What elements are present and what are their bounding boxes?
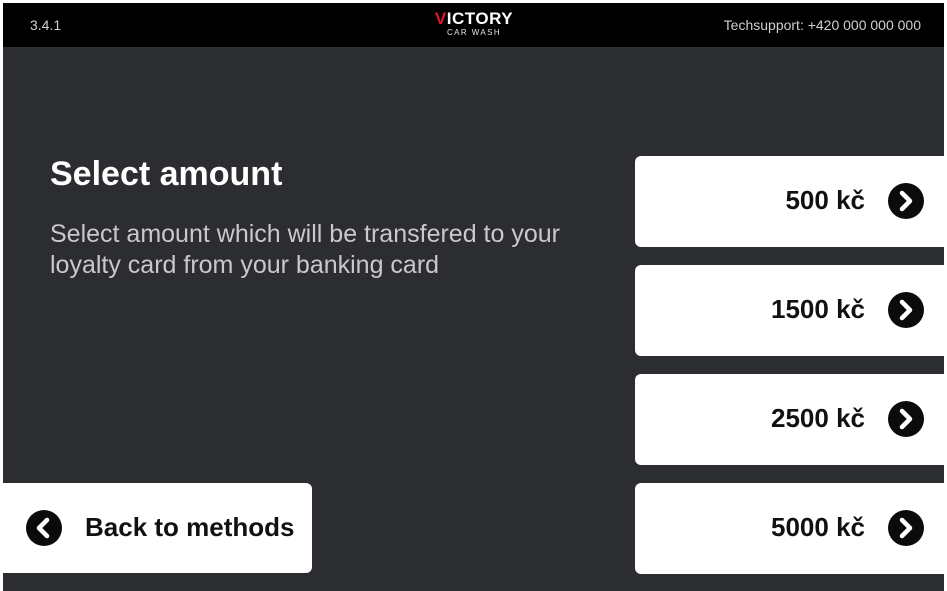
app-version: 3.4.1 (30, 17, 62, 33)
page-title: Select amount (50, 155, 283, 193)
amount-button-1500[interactable]: 1500 kč (635, 265, 944, 356)
chevron-right-icon (888, 183, 924, 219)
chevron-left-icon (26, 510, 62, 546)
back-button-label: Back to methods (85, 512, 295, 542)
logo-letter-v: V (434, 9, 447, 28)
amount-label: 2500 kč (771, 403, 865, 433)
top-bar: 3.4.1 VICTORY CAR WASH Techsupport: +420… (3, 3, 944, 47)
techsupport-contact: Techsupport: +420 000 000 000 (723, 17, 921, 33)
amount-label: 1500 kč (771, 294, 865, 324)
amount-button-5000[interactable]: 5000 kč (635, 483, 944, 574)
chevron-right-icon (888, 292, 924, 328)
amount-label: 5000 kč (771, 512, 865, 542)
chevron-right-icon (888, 401, 924, 437)
kiosk-screen: 3.4.1 VICTORY CAR WASH Techsupport: +420… (3, 3, 944, 591)
back-to-methods-button[interactable]: Back to methods (3, 483, 312, 573)
amount-button-500[interactable]: 500 kč (635, 156, 944, 247)
logo-wordmark-rest: ICTORY (446, 9, 514, 28)
chevron-right-icon (888, 510, 924, 546)
page-description: Select amount which will be transfered t… (50, 220, 560, 279)
amount-button-2500[interactable]: 2500 kč (635, 374, 944, 465)
logo-wordmark: VICTORY (426, 9, 522, 28)
logo-subtitle: CAR WASH (446, 28, 502, 37)
brand-logo: VICTORY CAR WASH (426, 9, 522, 41)
amount-label: 500 kč (785, 185, 865, 215)
